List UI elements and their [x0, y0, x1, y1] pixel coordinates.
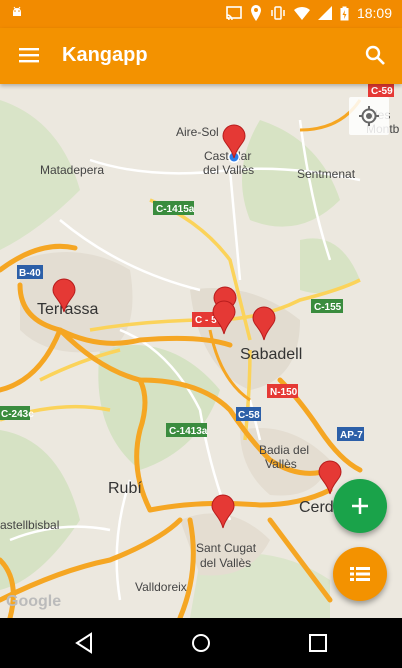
home-icon[interactable] [189, 631, 213, 655]
road-ap7: AP-7 [340, 430, 363, 441]
label-santcugat-1: Sant Cugat [196, 541, 257, 555]
back-icon[interactable] [72, 631, 96, 655]
road-b40: B-40 [19, 268, 41, 279]
label-castellbisbal: astellbisbal [0, 518, 59, 532]
list-icon [350, 567, 370, 581]
road-c59: C-59 [371, 86, 393, 97]
my-location-button[interactable] [349, 97, 389, 135]
label-matadepera: Matadepera [40, 163, 104, 177]
road-c1413a: C-1413a [169, 426, 208, 437]
google-logo: Google [6, 593, 61, 610]
label-castellar-2: del Vallès [203, 163, 254, 177]
crosshair-icon [359, 106, 379, 126]
android-notification-icon [10, 5, 24, 24]
app-title: Kangapp [62, 44, 148, 66]
label-santcugat-2: del Vallès [200, 556, 251, 570]
location-icon [250, 5, 261, 21]
list-fab-button[interactable] [333, 547, 387, 601]
label-sabadell: Sabadell [240, 346, 302, 363]
road-c58b: C-58 [238, 410, 260, 421]
status-time: 18:09 [356, 5, 392, 21]
road-c155: C-155 [314, 302, 342, 313]
label-valldoreix: Valldoreix [135, 580, 187, 594]
label-castellar-1: Castellar [204, 149, 251, 163]
label-rubi: Rubí [108, 480, 142, 497]
road-n150: N-150 [270, 387, 298, 398]
app-bar: Kangapp [0, 28, 402, 84]
label-badia-1: Badia del [259, 443, 309, 457]
recents-icon[interactable] [306, 631, 330, 655]
map-view[interactable]: C-59 C-1415a B-40 C-155 C - 58 N-150 C-2… [0, 84, 402, 618]
label-airesol: Aire-Sol [176, 125, 219, 139]
vibrate-icon [271, 6, 285, 20]
label-badia-2: Vallès [265, 457, 297, 471]
menu-icon[interactable] [18, 44, 40, 66]
road-c1415a: C-1415a [156, 204, 195, 215]
wifi-icon [293, 7, 310, 20]
status-bar: 18:09 [0, 0, 402, 28]
cast-icon [226, 6, 242, 20]
label-sentmenat: Sentmenat [297, 167, 356, 181]
road-c243c: C-243c [1, 409, 34, 420]
plus-icon [352, 498, 368, 514]
signal-icon [317, 6, 332, 20]
add-fab-button[interactable] [333, 479, 387, 533]
battery-icon [340, 6, 349, 20]
search-icon[interactable] [364, 44, 386, 66]
system-nav-bar [0, 618, 402, 668]
